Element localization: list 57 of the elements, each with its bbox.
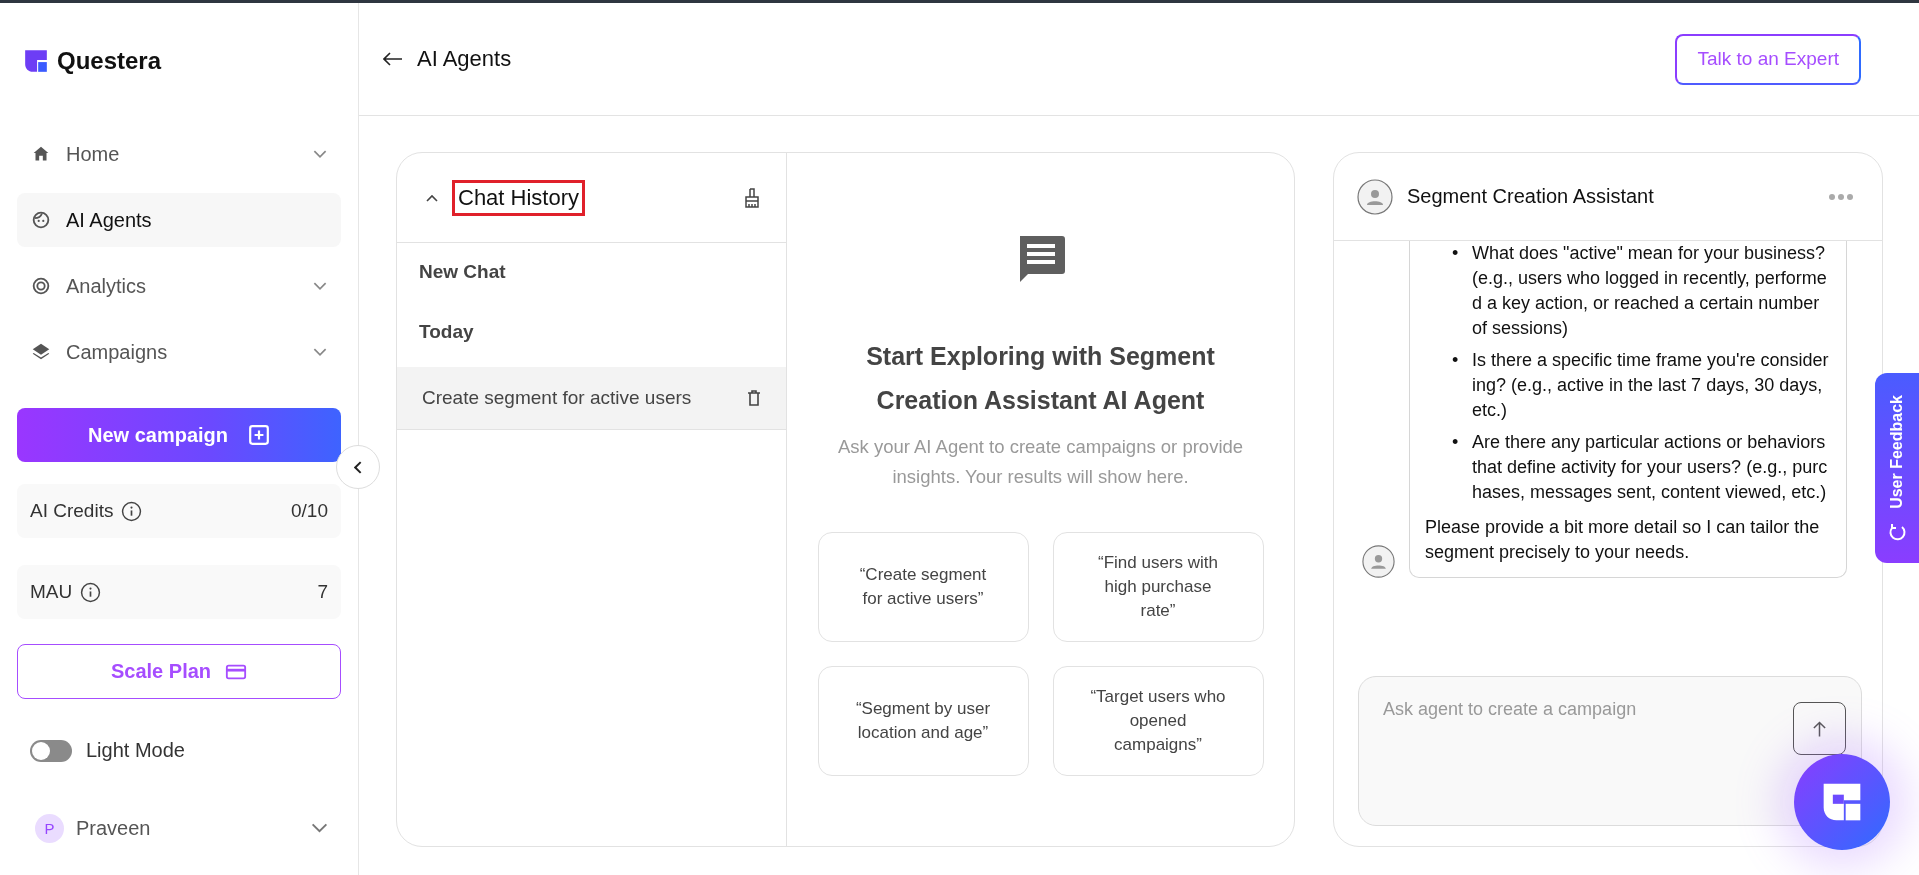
plus-square-icon [248,424,270,446]
assistant-title: Segment Creation Assistant [1407,185,1654,208]
chevron-icon [313,149,327,159]
new-campaign-button[interactable]: New campaign [17,408,341,462]
user-menu[interactable]: P Praveen [17,808,341,848]
bullet-marker: • [1452,431,1460,454]
nav-item[interactable]: Home [17,127,341,181]
stat-value: 7 [317,581,328,603]
bullet-marker: • [1452,242,1460,265]
avatar-icon [1357,178,1393,215]
new-chat-item[interactable]: New Chat [397,243,786,307]
chevron-icon [313,281,327,291]
brand-name: Questera [57,47,162,75]
scale-plan-button[interactable]: Scale Plan [17,644,341,699]
suggestion-card[interactable]: “Segment by user location and age” [817,666,1029,776]
nav-item[interactable]: Analytics [17,259,341,313]
chevron-left-icon [353,460,363,474]
user-feedback-tab[interactable]: User Feedback [1875,373,1919,563]
info-icon [80,581,102,603]
chevron-up-icon[interactable] [426,193,438,202]
group-label: Today [418,320,475,344]
avatar-icon [1362,545,1395,578]
message-text: Please provide a bit more detail so I can tailor the segment precisely to your needs. [1425,516,1821,564]
toggle-switch[interactable] [30,739,72,762]
suggestion-card[interactable]: “Find users with high purchase rate” [1052,532,1264,642]
info-icon [121,500,143,522]
arrow-up-icon [1812,719,1827,738]
back-arrow-icon[interactable] [383,52,403,66]
chevron-icon [311,822,328,834]
user-avatar: P [35,813,64,843]
page-title: AI Agents [417,46,512,72]
message-bullet: Are there any particular actions or behaviors that define activity for your users? (e.g., purchases, messages sent, content viewed, etc.) [1472,431,1829,504]
target-icon [30,275,52,297]
message-bullet: What does "active" mean for your business? (e.g., users who logged in recently, performed a key action, or reached a certain number of sessions) [1472,242,1828,340]
talk-to-expert-button[interactable]: Talk to an Expert [1675,33,1861,85]
welcome-subtitle: Ask your AI Agent to create campaigns or provide insights. Your results will show here. [836,435,1245,489]
nav-item[interactable]: Campaigns [17,325,341,379]
message-bullet: Is there a specific time frame you're considering? (e.g., active in the last 7 days, 30 days, etc.) [1472,349,1830,422]
suggestion-card[interactable]: “Target users who opened campaigns” [1052,666,1264,776]
welcome-heading: Start Exploring with Segment Creation Assistant AI Agent [865,341,1216,416]
broom-icon[interactable] [742,186,762,209]
stat-label: AI Credits [30,500,114,522]
logo-icon [23,48,49,74]
stat-value: 0/10 [291,500,328,522]
face-icon [30,209,52,231]
suggestion-card[interactable]: “Create segment for active users” [817,532,1029,642]
send-button[interactable] [1793,702,1846,755]
nav-item[interactable]: AI Agents [17,193,341,247]
bullet-marker: • [1452,349,1460,372]
chat-item[interactable]: Create segment for active users [397,367,786,430]
stat-label: MAU [30,581,73,603]
toggle-label: Light Mode [86,739,185,762]
collapse-button[interactable] [336,445,380,489]
trash-icon[interactable] [747,390,761,406]
chevron-icon [313,347,327,357]
chat-history-title: Chat History [452,179,586,216]
message-input[interactable]: Ask agent to create a campaign [1358,676,1862,826]
